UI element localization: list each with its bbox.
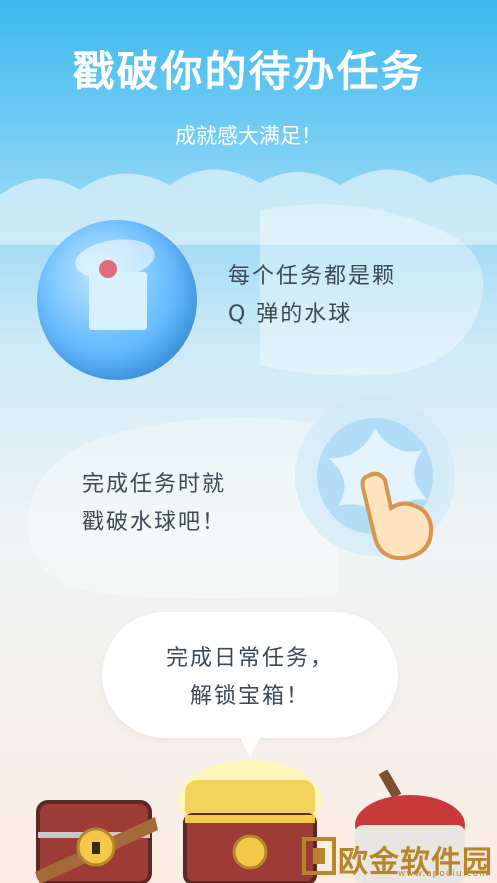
feature1-line2: Q 弹的水球 [228,302,353,327]
task-bubble [37,220,197,380]
feature3-line1: 完成日常任务， [165,646,334,671]
watermark-icon [302,837,336,875]
speech-bubble: 完成日常任务， 解锁宝箱！ [102,612,398,738]
feature-text-burst: 完成任务时就 戳破水球吧！ [82,466,226,542]
pin-icon [99,260,117,278]
burst-bubble-illustration [295,396,455,561]
feature3-line2: 解锁宝箱！ [189,684,310,709]
sticky-note-icon [89,272,147,330]
feature2-line1: 完成任务时就 [82,472,227,497]
feature1-line1: 每个任务都是颗 [228,264,397,289]
watermark-logo: 欧金软件园 www.apouiu.com [300,833,495,880]
treasure-chest-icon [35,800,158,883]
page-title: 戳破你的待办任务 [72,47,425,96]
watermark-subtext: www.apouiu.com [398,869,489,879]
lock-icon [92,842,100,854]
page-subtitle: 成就感大满足！ [175,124,322,148]
feature-text-bubble: 每个任务都是颗 Q 弹的水球 [228,258,396,334]
speech-bubble-tail [238,733,262,757]
feature2-line2: 戳破水球吧！ [82,510,227,535]
